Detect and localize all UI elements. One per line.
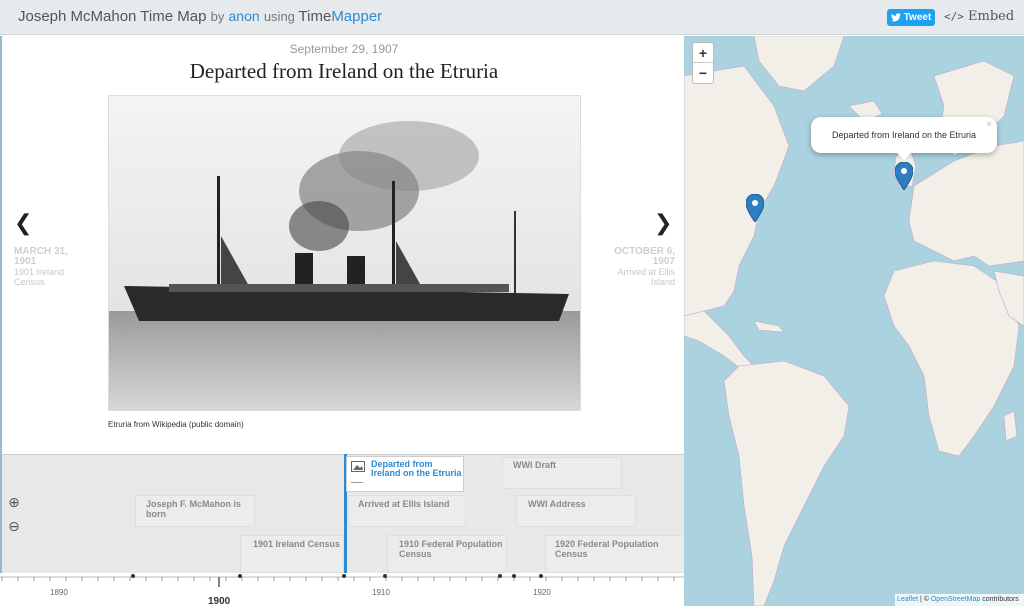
map-zoom-in-button[interactable]: + bbox=[693, 43, 713, 63]
current-event-title: Departed from Ireland on the Etruria bbox=[371, 460, 463, 478]
timeline-event-born[interactable]: Joseph F. McMahon is born bbox=[146, 499, 241, 519]
code-icon: </> bbox=[944, 10, 964, 23]
prev-title-line1: 1901 Ireland bbox=[14, 267, 65, 277]
timeline-event-wwi-address[interactable]: WWI Address bbox=[528, 499, 586, 509]
event-text: Census bbox=[399, 549, 432, 559]
tick-label-1910: 1910 bbox=[372, 588, 390, 597]
next-title-line1: Arrived at Ellis bbox=[617, 267, 675, 277]
story-slide: September 29, 1907 Departed from Ireland… bbox=[0, 36, 684, 454]
tweet-button[interactable]: Tweet bbox=[887, 9, 935, 26]
axis-event-dot[interactable] bbox=[539, 574, 543, 578]
event-text: 1920 Federal Population bbox=[555, 539, 659, 549]
axis-event-dot[interactable] bbox=[498, 574, 502, 578]
attribution-suffix: contributors bbox=[980, 596, 1019, 603]
previous-slide-arrow-icon[interactable]: ❮ bbox=[14, 210, 32, 236]
map-zoom-control: + − bbox=[692, 42, 714, 84]
axis-event-dot[interactable] bbox=[342, 574, 346, 578]
popup-tip bbox=[896, 152, 912, 160]
timeline-event-1910-census[interactable]: 1910 Federal Population Census bbox=[399, 539, 503, 559]
brand-time[interactable]: Time bbox=[299, 8, 332, 25]
osm-link[interactable]: OpenStreetMap bbox=[931, 596, 980, 603]
event-text: born bbox=[146, 509, 166, 519]
event-text: Census bbox=[555, 549, 588, 559]
timemapper-app: Joseph McMahon Time Map by anon using Ti… bbox=[0, 0, 1024, 610]
timeline-zoom-in-icon[interactable]: ⊕ bbox=[3, 491, 25, 513]
event-text: Joseph F. McMahon is bbox=[146, 499, 242, 509]
current-event-line: Ireland on the Etruria bbox=[371, 468, 462, 478]
prev-date-line2: 1901 bbox=[14, 256, 37, 267]
popup-close-icon[interactable]: × bbox=[986, 119, 992, 130]
axis-event-dot[interactable] bbox=[238, 574, 242, 578]
timeline-event-ellis-island[interactable]: Arrived at Ellis Island bbox=[358, 499, 450, 509]
tick-label-1890: 1890 bbox=[50, 588, 68, 597]
map-title: Joseph McMahon Time Map bbox=[18, 8, 207, 25]
axis-event-dot[interactable] bbox=[512, 574, 516, 578]
map-marker-icon-ireland[interactable] bbox=[895, 162, 913, 190]
slide-heading: Departed from Ireland on the Etruria bbox=[189, 59, 499, 83]
timeline-event-wwi-draft[interactable]: WWI Draft bbox=[513, 460, 556, 470]
image-caption: Etruria from Wikipedia (public domain) bbox=[108, 420, 244, 429]
timeline-event-1920-census[interactable]: 1920 Federal Population Census bbox=[555, 539, 659, 559]
axis-event-dot[interactable] bbox=[383, 574, 387, 578]
next-title-line2: Island bbox=[650, 277, 675, 287]
next-date-line2: 1907 bbox=[652, 256, 675, 267]
author-link[interactable]: anon bbox=[229, 8, 260, 24]
top-bar: Joseph McMahon Time Map by anon using Ti… bbox=[0, 0, 1024, 35]
map-popup: Departed from Ireland on the Etruria × bbox=[811, 117, 997, 153]
map-marker-icon-ellis-island[interactable] bbox=[746, 194, 764, 222]
tick-label-1900: 1900 bbox=[208, 596, 231, 607]
tick-label-1920: 1920 bbox=[533, 588, 551, 597]
using-label: using bbox=[263, 9, 295, 24]
map-zoom-out-button[interactable]: − bbox=[693, 63, 713, 83]
leaflet-link[interactable]: Leaflet bbox=[897, 596, 918, 603]
next-slide-arrow-icon[interactable]: ❯ bbox=[654, 210, 672, 236]
image-icon bbox=[351, 461, 365, 472]
by-label: by bbox=[210, 9, 225, 24]
embed-label: Embed bbox=[968, 9, 1015, 24]
attribution-sep: | © bbox=[918, 596, 931, 603]
embed-button[interactable]: </> Embed bbox=[944, 9, 1014, 24]
next-slide-label[interactable]: OCTOBER 6, 1907 Arrived at Ellis Island bbox=[587, 247, 675, 288]
timeline-event-1901-census[interactable]: 1901 Ireland Census bbox=[253, 539, 340, 549]
brand-mapper[interactable]: Mapper bbox=[331, 8, 382, 25]
popup-text: Departed from Ireland on the Etruria bbox=[831, 130, 977, 140]
current-event-divider bbox=[351, 482, 363, 483]
ship-photo bbox=[108, 95, 581, 411]
previous-slide-label[interactable]: MARCH 31, 1901 1901 Ireland Census bbox=[14, 247, 68, 288]
axis-event-dot[interactable] bbox=[131, 574, 135, 578]
timeline-axis[interactable] bbox=[0, 573, 684, 610]
prev-title-line2: Census bbox=[14, 277, 45, 287]
tweet-label: Tweet bbox=[903, 12, 932, 23]
axis-ticks bbox=[0, 574, 684, 587]
event-text: 1910 Federal Population bbox=[399, 539, 503, 549]
twitter-icon bbox=[890, 13, 901, 22]
timeline-current-event[interactable]: Departed from Ireland on the Etruria bbox=[346, 456, 464, 492]
page-title: Joseph McMahon Time Map by anon using Ti… bbox=[18, 8, 382, 25]
map-attribution: Leaflet | © OpenStreetMap contributors bbox=[895, 594, 1024, 606]
steamship-illustration bbox=[109, 96, 580, 410]
slide-date: September 29, 1907 bbox=[289, 42, 399, 56]
timeline-zoom-out-icon[interactable]: ⊖ bbox=[3, 515, 25, 537]
